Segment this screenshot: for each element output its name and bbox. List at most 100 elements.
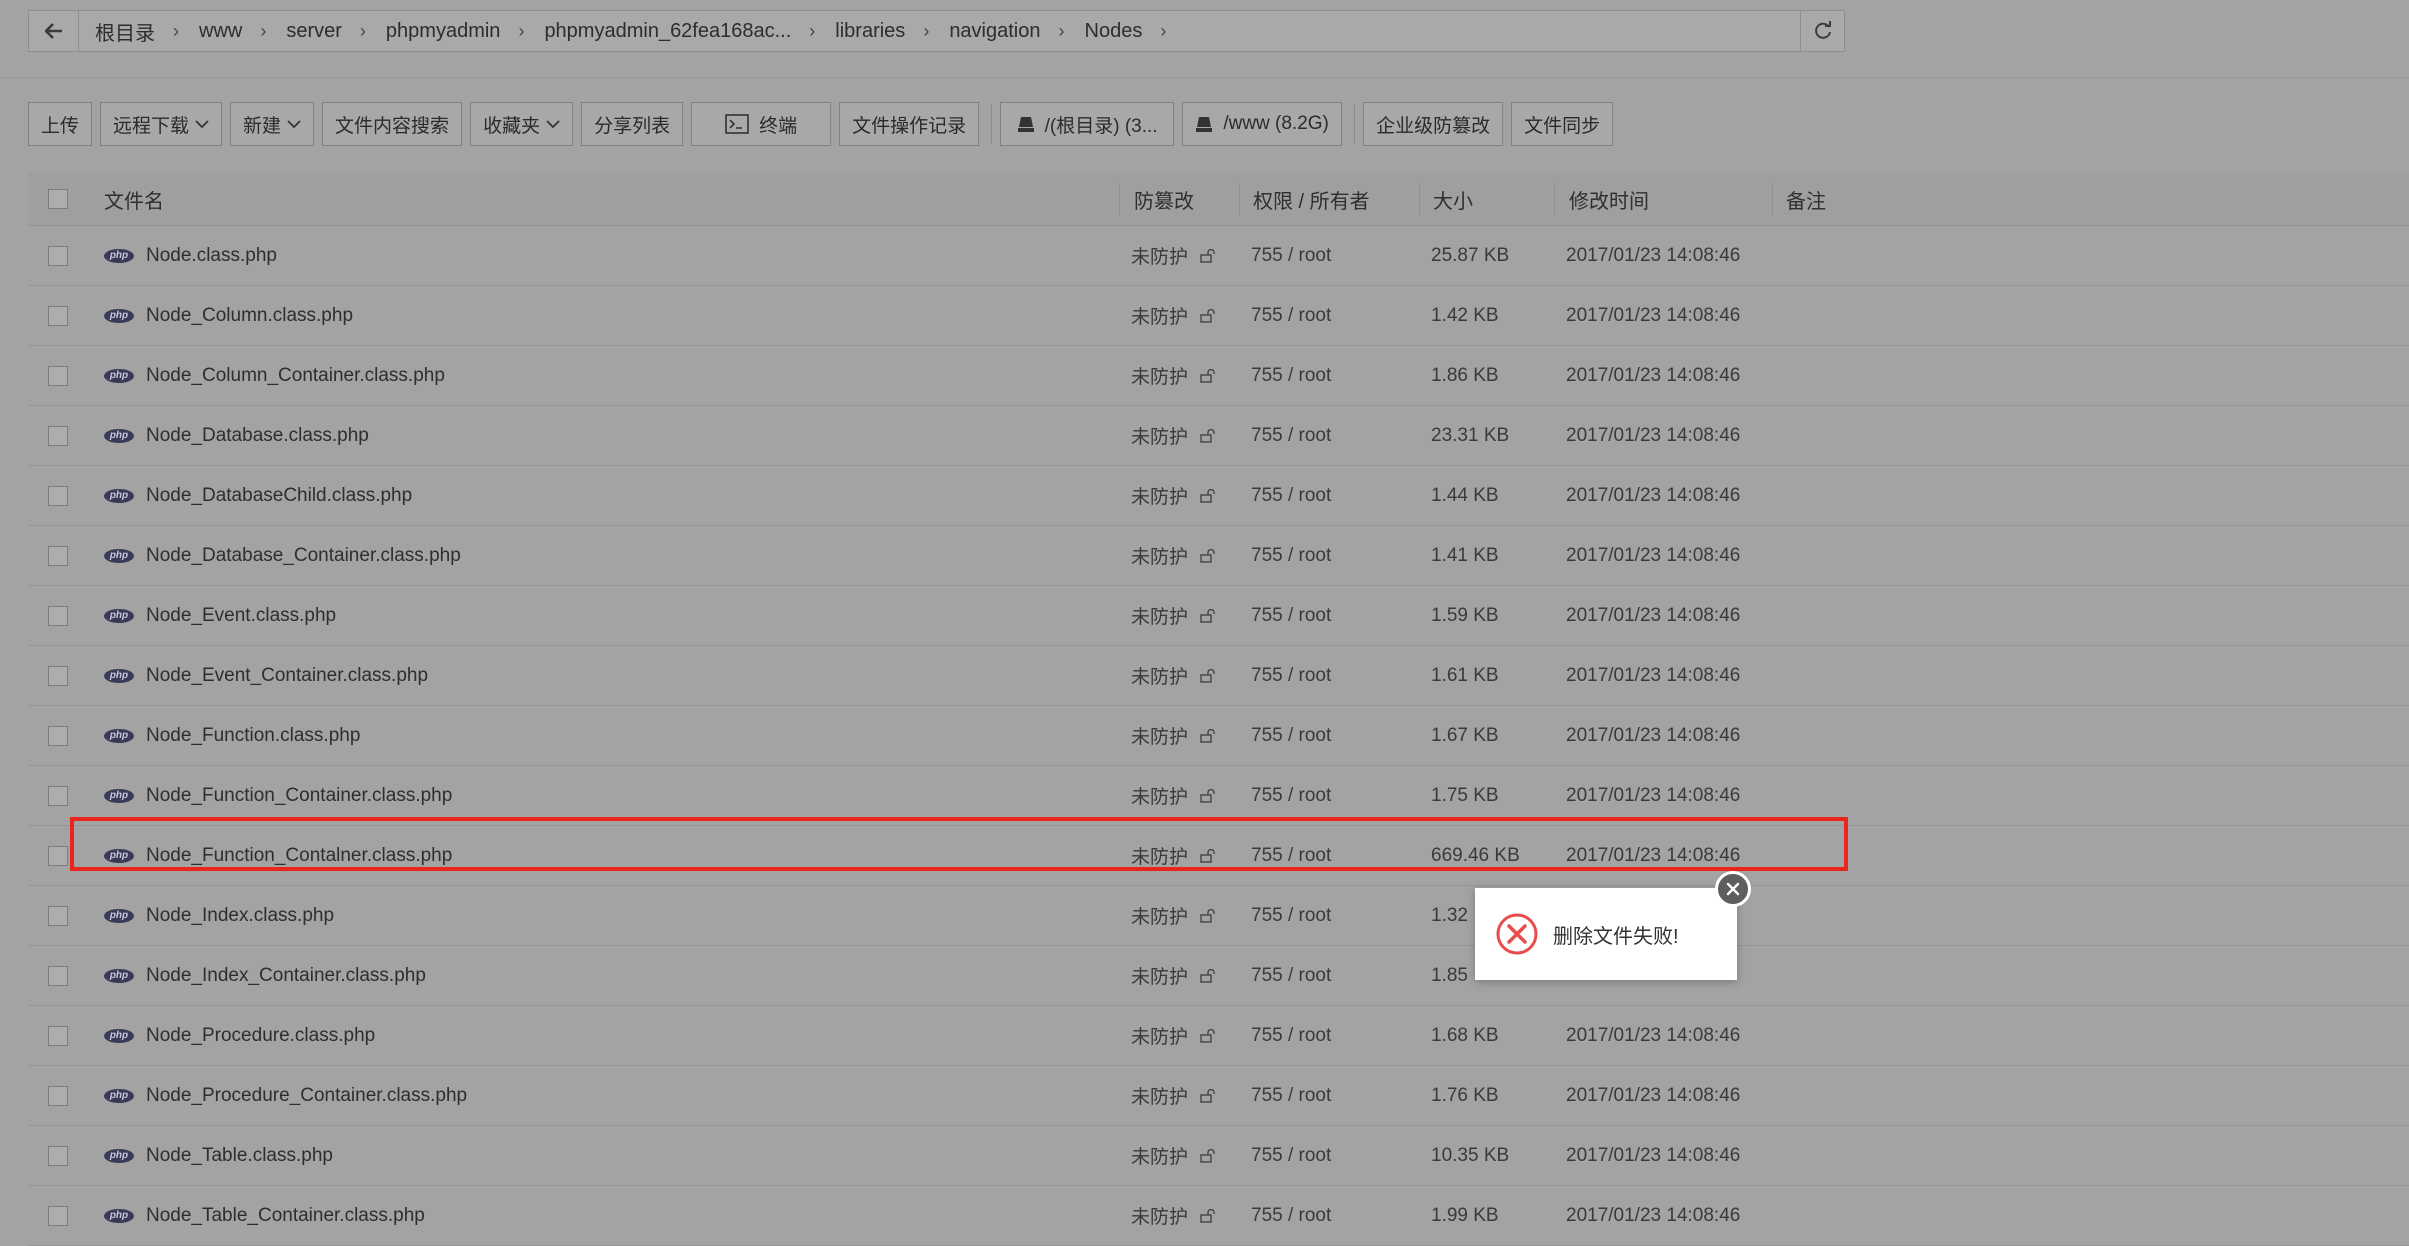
unlock-icon[interactable] [1200, 1148, 1216, 1163]
remote-download-button[interactable]: 远程下载 [100, 102, 223, 146]
permission-cell[interactable]: 755 / root [1251, 1186, 1331, 1245]
file-name[interactable]: Node_Column.class.php [146, 305, 353, 327]
favorites-button[interactable]: 收藏夹 [470, 102, 574, 146]
table-row[interactable]: php Node_Index.class.php 未防护 755 / root 1.32 [28, 886, 2409, 946]
table-row[interactable]: php Node_Database_Container.class.php 未防护 7… [28, 526, 2409, 586]
row-checkbox[interactable] [48, 1025, 68, 1046]
row-checkbox[interactable] [48, 965, 68, 986]
header-tamper[interactable]: 防篡改 [1134, 173, 1194, 225]
file-name-cell[interactable]: php Node_Procedure.class.php [104, 1006, 375, 1065]
row-checkbox[interactable] [48, 1145, 68, 1166]
unlock-icon[interactable] [1200, 728, 1216, 743]
file-name-cell[interactable]: php Node_Event.class.php [104, 586, 336, 645]
permission-cell[interactable]: 755 / root [1251, 346, 1331, 405]
breadcrumb-item-www[interactable]: www › [199, 20, 286, 43]
select-all-checkbox[interactable] [48, 189, 68, 209]
file-name[interactable]: Node.class.php [146, 245, 277, 267]
file-name[interactable]: Node_Database.class.php [146, 425, 369, 447]
row-checkbox[interactable] [48, 905, 68, 926]
row-checkbox[interactable] [48, 725, 68, 746]
unlock-icon[interactable] [1200, 1208, 1216, 1223]
breadcrumb-item-navigation[interactable]: navigation › [949, 20, 1084, 43]
breadcrumb-item-nodes[interactable]: Nodes › [1085, 20, 1187, 43]
permission-cell[interactable]: 755 / root [1251, 526, 1331, 585]
table-row[interactable]: php Node_Event.class.php 未防护 755 / root 1.59… [28, 586, 2409, 646]
row-checkbox[interactable] [48, 845, 68, 866]
file-name-cell[interactable]: php Node_Table.class.php [104, 1126, 333, 1185]
file-name-cell[interactable]: php Node.class.php [104, 226, 277, 285]
unlock-icon[interactable] [1200, 1088, 1216, 1103]
terminal-button[interactable]: 终端 [691, 102, 832, 146]
permission-cell[interactable]: 755 / root [1251, 886, 1331, 945]
tamper-protect-button[interactable]: 企业级防篡改 [1363, 102, 1504, 146]
file-name-cell[interactable]: php Node_DatabaseChild.class.php [104, 466, 412, 525]
row-checkbox[interactable] [48, 245, 68, 266]
header-size[interactable]: 大小 [1433, 173, 1473, 225]
permission-cell[interactable]: 755 / root [1251, 1006, 1331, 1065]
new-button[interactable]: 新建 [230, 102, 315, 146]
file-name-cell[interactable]: php Node_Event_Container.class.php [104, 646, 428, 705]
file-name-cell[interactable]: php Node_Function.class.php [104, 706, 360, 765]
row-checkbox[interactable] [48, 545, 68, 566]
file-name-cell[interactable]: php Node_Database.class.php [104, 406, 369, 465]
table-row[interactable]: php Node.class.php 未防护 755 / root 25.87 KB 20… [28, 226, 2409, 286]
permission-owner[interactable]: 755 / root [1251, 1085, 1331, 1107]
header-filename[interactable]: 文件名 [104, 173, 164, 225]
file-name[interactable]: Node_Column_Container.class.php [146, 365, 445, 387]
table-row[interactable]: php Node_Database.class.php 未防护 755 / root 2… [28, 406, 2409, 466]
unlock-icon[interactable] [1200, 1028, 1216, 1043]
permission-cell[interactable]: 755 / root [1251, 286, 1331, 345]
toast-close-button[interactable] [1715, 871, 1751, 907]
row-checkbox[interactable] [48, 485, 68, 506]
unlock-icon[interactable] [1200, 788, 1216, 803]
row-checkbox[interactable] [48, 365, 68, 386]
disk-root-button[interactable]: /(根目录) (3... [1000, 102, 1175, 146]
permission-owner[interactable]: 755 / root [1251, 785, 1331, 807]
unlock-icon[interactable] [1200, 308, 1216, 323]
table-row[interactable]: php Node_Index_Container.class.php 未防护 755 … [28, 946, 2409, 1006]
file-name[interactable]: Node_Table.class.php [146, 1145, 333, 1167]
file-name[interactable]: Node_DatabaseChild.class.php [146, 485, 412, 507]
breadcrumb-item-server[interactable]: server › [286, 20, 386, 43]
permission-cell[interactable]: 755 / root [1251, 466, 1331, 525]
table-row[interactable]: php Node_Event_Container.class.php 未防护 755 … [28, 646, 2409, 706]
file-name[interactable]: Node_Procedure.class.php [146, 1025, 375, 1047]
file-name-cell[interactable]: php Node_Table_Container.class.php [104, 1186, 425, 1245]
unlock-icon[interactable] [1200, 968, 1216, 983]
permission-cell[interactable]: 755 / root [1251, 1126, 1331, 1185]
permission-cell[interactable]: 755 / root [1251, 1066, 1331, 1125]
file-name[interactable]: Node_Function.class.php [146, 725, 360, 747]
file-name[interactable]: Node_Procedure_Container.class.php [146, 1085, 467, 1107]
file-name-cell[interactable]: php Node_Procedure_Container.class.php [104, 1066, 467, 1125]
row-checkbox[interactable] [48, 785, 68, 806]
row-checkbox[interactable] [48, 425, 68, 446]
breadcrumb-item-libraries[interactable]: libraries › [835, 20, 949, 43]
permission-owner[interactable]: 755 / root [1251, 545, 1331, 567]
file-name-cell[interactable]: php Node_Database_Container.class.php [104, 526, 461, 585]
unlock-icon[interactable] [1200, 428, 1216, 443]
permission-owner[interactable]: 755 / root [1251, 605, 1331, 627]
permission-owner[interactable]: 755 / root [1251, 1145, 1331, 1167]
file-name-cell[interactable]: php Node_Index_Container.class.php [104, 946, 426, 1005]
permission-cell[interactable]: 755 / root [1251, 706, 1331, 765]
table-row[interactable]: php Node_Table.class.php 未防护 755 / root 10.3… [28, 1126, 2409, 1186]
permission-owner[interactable]: 755 / root [1251, 1205, 1331, 1227]
row-checkbox[interactable] [48, 1205, 68, 1226]
file-name-cell[interactable]: php Node_Index.class.php [104, 886, 334, 945]
disk-www-button[interactable]: /www (8.2G) [1182, 102, 1343, 146]
table-row[interactable]: php Node_Procedure.class.php 未防护 755 / root… [28, 1006, 2409, 1066]
file-name-cell[interactable]: php Node_Column.class.php [104, 286, 353, 345]
file-sync-button[interactable]: 文件同步 [1511, 102, 1614, 146]
permission-owner[interactable]: 755 / root [1251, 365, 1331, 387]
table-row[interactable]: php Node_Column_Container.class.php 未防护 755… [28, 346, 2409, 406]
permission-owner[interactable]: 755 / root [1251, 965, 1331, 987]
permission-owner[interactable]: 755 / root [1251, 425, 1331, 447]
row-checkbox[interactable] [48, 1085, 68, 1106]
file-name-cell[interactable]: php Node_Column_Container.class.php [104, 346, 445, 405]
row-checkbox[interactable] [48, 305, 68, 326]
file-name[interactable]: Node_Index_Container.class.php [146, 965, 426, 987]
permission-owner[interactable]: 755 / root [1251, 485, 1331, 507]
file-name[interactable]: Node_Event.class.php [146, 605, 336, 627]
permission-cell[interactable]: 755 / root [1251, 646, 1331, 705]
upload-button[interactable]: 上传 [28, 102, 93, 146]
